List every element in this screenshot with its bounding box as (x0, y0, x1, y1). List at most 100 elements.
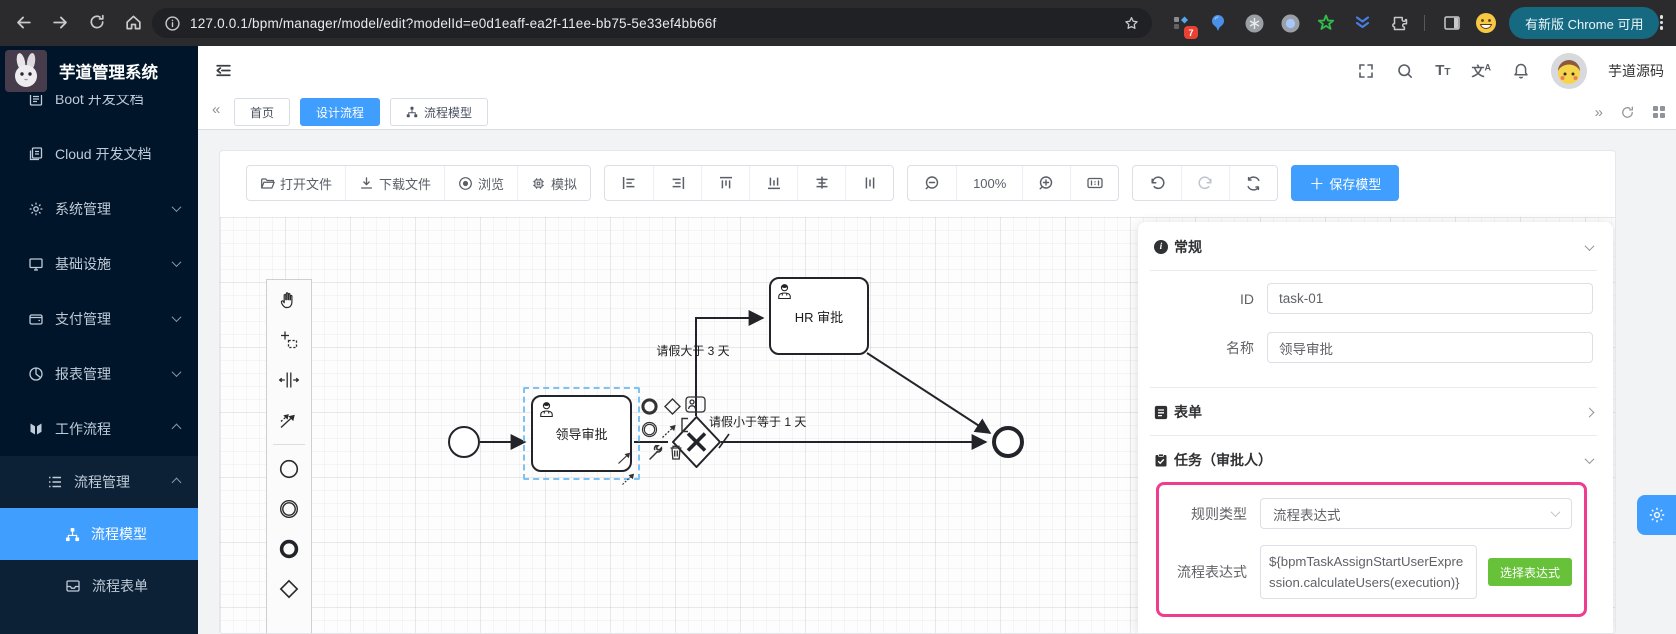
extension-balloon-icon[interactable] (1207, 12, 1229, 34)
align-bottom-button[interactable] (749, 166, 797, 200)
sidebar-item-system[interactable]: 系统管理 (0, 181, 198, 236)
expression-textarea[interactable]: ${bpmTaskAssignStartUserExpression.calcu… (1260, 545, 1477, 599)
browser-menu-icon[interactable] (1660, 13, 1664, 32)
create-start-event[interactable] (267, 449, 311, 489)
hand-tool[interactable] (267, 280, 311, 320)
scroll-right-icon[interactable]: » (1595, 104, 1603, 121)
search-icon[interactable] (1396, 62, 1414, 80)
extension-green-star-icon[interactable] (1315, 12, 1337, 34)
append-user-task-icon[interactable] (685, 396, 706, 413)
extension-chevrons-icon[interactable] (1351, 12, 1373, 34)
chrome-update-button[interactable]: 有新版 Chrome 可用 (1509, 7, 1660, 39)
username-text[interactable]: 芋道源码 (1608, 61, 1664, 81)
extension-dot-icon[interactable] (1279, 12, 1301, 34)
simulate-button[interactable]: 模拟 (517, 166, 590, 200)
wrench-icon[interactable] (647, 445, 664, 462)
bpmn-canvas[interactable]: 领导审批 HR 审批 请假大于 3 天 请假小于等于 1 天 i 常规 ID t… (220, 217, 1615, 633)
align-top-button[interactable] (701, 166, 749, 200)
user-avatar[interactable] (1551, 52, 1587, 89)
preview-button[interactable]: 浏览 (444, 166, 517, 200)
text-annotation-icon[interactable] (679, 417, 691, 433)
sidebar-item-process-model[interactable]: 流程模型 (0, 508, 198, 560)
lasso-tool[interactable] (267, 320, 311, 360)
name-input[interactable] (1267, 332, 1593, 363)
align-center-button[interactable] (797, 166, 845, 200)
address-bar[interactable]: 127.0.0.1/bpm/manager/model/edit?modelId… (152, 8, 1152, 38)
browser-back-button[interactable] (14, 13, 33, 32)
app-logo[interactable]: 芋道管理系统 (0, 46, 198, 95)
zoom-out-button[interactable] (908, 166, 956, 200)
save-model-button[interactable]: ＋ 保存模型 (1291, 165, 1400, 201)
restart-button[interactable] (1229, 166, 1277, 200)
plus-icon: ＋ (1309, 175, 1325, 193)
toolbar-divider (1424, 15, 1425, 31)
align-right-button[interactable] (653, 166, 701, 200)
end-event[interactable] (992, 426, 1024, 458)
zoom-reset-button[interactable] (1070, 166, 1118, 200)
connection-tool[interactable] (267, 400, 311, 440)
browser-refresh-button[interactable] (88, 13, 106, 31)
app-sidebar: 芋道管理系统 Boot 开发文档 Cloud 开发文档 系统管理 基础设施 支付… (0, 46, 198, 634)
sidebar-item-process-mgmt[interactable]: 流程管理 (0, 456, 198, 508)
bookmark-star-icon[interactable] (1123, 15, 1140, 32)
extension-workflow-icon[interactable]: 7 (1170, 12, 1198, 39)
sidebar-item-cloud-docs[interactable]: Cloud 开发文档 (0, 126, 198, 181)
profile-emoji-icon[interactable] (1475, 12, 1497, 34)
browser-forward-button[interactable] (51, 13, 70, 32)
zoom-level: 100% (956, 166, 1022, 200)
translate-icon[interactable]: 文A (1471, 61, 1491, 80)
open-file-button[interactable]: 打开文件 (247, 166, 345, 200)
id-input[interactable] (1267, 283, 1593, 314)
sidebar-item-report[interactable]: 报表管理 (0, 346, 198, 401)
trash-icon[interactable] (668, 444, 684, 461)
connect-alt-icon[interactable] (617, 452, 632, 465)
sidebar-item-payment[interactable]: 支付管理 (0, 291, 198, 346)
fullscreen-icon[interactable] (1357, 62, 1375, 80)
site-info-icon[interactable] (164, 15, 181, 32)
sidebar-item-workflow[interactable]: 工作流程 (0, 401, 198, 456)
create-intermediate-event[interactable] (267, 489, 311, 529)
section-general[interactable]: i 常规 (1154, 235, 1595, 259)
undo-button[interactable] (1133, 166, 1181, 200)
user-task-hr[interactable]: HR 审批 (769, 277, 869, 355)
start-event[interactable] (448, 426, 480, 458)
section-task-assignee[interactable]: 任务（审批人） (1154, 448, 1595, 472)
side-panel-icon[interactable] (1441, 12, 1463, 34)
tab-process-model[interactable]: 流程模型 (390, 98, 489, 126)
redo-button[interactable] (1181, 166, 1229, 200)
sidebar-item-infra[interactable]: 基础设施 (0, 236, 198, 291)
append-gateway-icon[interactable] (663, 397, 682, 416)
extensions-puzzle-icon[interactable] (1389, 12, 1411, 34)
palette-divider (273, 444, 305, 445)
url-text[interactable]: 127.0.0.1/bpm/manager/model/edit?modelId… (190, 16, 716, 31)
font-size-icon[interactable]: TT (1435, 62, 1450, 79)
grid-menu-icon[interactable] (1652, 105, 1666, 119)
browser-toolbar: 127.0.0.1/bpm/manager/model/edit?modelId… (0, 0, 1676, 46)
align-middle-button[interactable] (845, 166, 893, 200)
append-end-event-icon[interactable] (640, 397, 659, 416)
rule-type-select[interactable]: 流程表达式 (1260, 498, 1572, 529)
expression-label: 流程表达式 (1177, 564, 1247, 580)
connect-dashed-icon[interactable] (621, 473, 636, 486)
tab-home[interactable]: 首页 (234, 98, 291, 126)
task-label: 领导审批 (555, 427, 608, 442)
refresh-tab-icon[interactable] (1620, 105, 1635, 120)
space-tool[interactable] (267, 360, 311, 400)
zoom-in-button[interactable] (1022, 166, 1070, 200)
tab-design-process[interactable]: 设计流程 (300, 98, 381, 126)
create-gateway[interactable] (267, 569, 311, 609)
section-form[interactable]: 表单 (1154, 400, 1595, 424)
download-file-button[interactable]: 下载文件 (345, 166, 444, 200)
sidebar-item-process-form[interactable]: 流程表单 (0, 560, 198, 612)
connect-icon[interactable] (661, 424, 678, 439)
extension-gray-icon[interactable] (1243, 12, 1265, 34)
choose-expression-button[interactable]: 选择表达式 (1487, 558, 1572, 586)
append-intermediate-event-icon[interactable] (640, 420, 659, 439)
align-left-button[interactable] (605, 166, 653, 200)
collapse-menu-icon[interactable] (214, 61, 233, 80)
browser-home-button[interactable] (124, 13, 143, 32)
create-end-event[interactable] (267, 529, 311, 569)
bell-icon[interactable] (1512, 62, 1530, 80)
scroll-left-icon[interactable]: « (212, 101, 220, 118)
settings-drawer-button[interactable] (1637, 495, 1676, 535)
